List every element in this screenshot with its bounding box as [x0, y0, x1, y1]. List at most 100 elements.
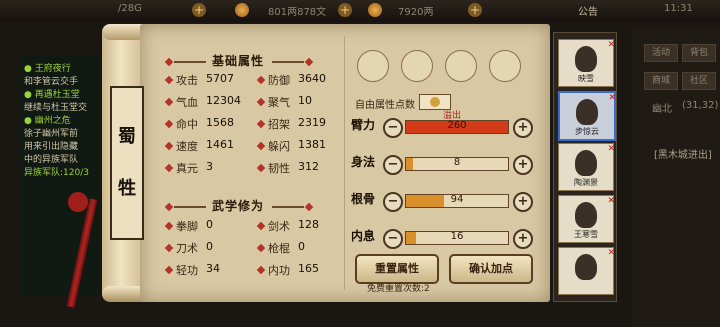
roster-portrait[interactable]: ✕ 步惊云: [558, 91, 616, 141]
stat-label: 韧性: [268, 162, 290, 175]
add-coin-button[interactable]: +: [192, 3, 206, 17]
stat-value: 5707: [206, 72, 234, 85]
free-points-label: 自由属性点数: [355, 100, 415, 111]
attribute-label: 臂力: [351, 118, 376, 132]
quest-line: 异族军队:120/3: [24, 168, 89, 178]
battle-mark-icon: ✕: [607, 248, 615, 258]
attribute-label: 根骨: [351, 192, 376, 206]
stat-bullet: [164, 119, 174, 129]
stat-label: 剑术: [268, 220, 290, 233]
section-ornament: [304, 57, 314, 67]
gold-coin-icon: [430, 97, 440, 107]
increase-attribute-button[interactable]: +: [513, 192, 533, 212]
decrease-attribute-button[interactable]: −: [383, 155, 403, 175]
bag-button[interactable]: 背包: [682, 44, 716, 62]
stat-label: 聚气: [268, 96, 290, 109]
activity-button[interactable]: 活动: [644, 44, 678, 62]
quest-tracker[interactable]: ● 王府夜行 和李管云交手 ● 再遇杜玉堂 继续与杜玉堂交 ● 幽州之危 徐子幽州军前 用来…: [20, 56, 100, 296]
stat-bullet: [256, 97, 266, 107]
attribute-bar: 8: [405, 157, 509, 171]
scroll-icon[interactable]: [401, 50, 433, 82]
stat-value: 0: [206, 218, 213, 231]
decrease-attribute-button[interactable]: −: [383, 118, 403, 138]
roster-portrait[interactable]: ✕ 映雪: [558, 39, 615, 87]
coin-counter: /28G: [118, 3, 142, 14]
clock: 11:31: [664, 3, 693, 14]
quest-line: 中的异族军队: [24, 155, 79, 165]
character-roster: ✕ 映雪 ✕ 步惊云 ✕ 陶渊景 ✕ 王寒雪 ✕: [553, 32, 617, 302]
copper-icon: [235, 3, 249, 17]
roster-portrait[interactable]: ✕ 陶渊景: [558, 143, 615, 191]
character-avatar: [575, 150, 597, 176]
decrease-attribute-button[interactable]: −: [383, 229, 403, 249]
stat-value: 12304: [206, 94, 241, 107]
yinyang-icon[interactable]: [445, 50, 477, 82]
stat-label: 气血: [176, 96, 198, 109]
attribute-value: 260: [447, 120, 467, 131]
character-avatar: [575, 46, 597, 72]
shop-button[interactable]: 商城: [644, 72, 678, 90]
battle-mark-icon: ✕: [607, 144, 615, 154]
stat-label: 内功: [268, 264, 290, 277]
character-avatar: [575, 202, 597, 228]
stat-value: 312: [298, 160, 319, 173]
roster-portrait[interactable]: ✕: [558, 247, 615, 295]
chat-line: [黑木城进出]: [654, 150, 712, 161]
attribute-bar: 16: [405, 231, 509, 245]
quest-line: 继续与杜玉堂交: [24, 103, 88, 113]
increase-attribute-button[interactable]: +: [513, 229, 533, 249]
increase-attribute-button[interactable]: +: [513, 155, 533, 175]
hat-icon[interactable]: [357, 50, 389, 82]
stat-value: 1381: [298, 138, 326, 151]
stat-label: 攻击: [176, 74, 198, 87]
notice-button[interactable]: 公告: [578, 3, 598, 18]
silver-icon: [368, 3, 382, 17]
roster-name: 步惊云: [575, 127, 599, 136]
stat-value: 3: [206, 160, 213, 173]
overflow-label: 溢出: [443, 111, 462, 121]
increase-attribute-button[interactable]: +: [513, 118, 533, 138]
stat-value: 0: [206, 240, 213, 253]
stat-value: 1568: [206, 116, 234, 129]
stat-bullet: [164, 141, 174, 151]
quest-line: 徐子幽州军前: [24, 129, 79, 139]
stat-label: 刀术: [176, 242, 198, 255]
community-button[interactable]: 社区: [682, 72, 716, 90]
character-avatar: [575, 254, 597, 280]
roster-name: 陶渊景: [574, 178, 598, 187]
stat-bullet: [256, 265, 266, 275]
quest-line: 和李管云交手: [24, 77, 79, 87]
copper-counter: 801两878文: [268, 7, 327, 18]
quest-line: ● 幽州之危: [24, 116, 71, 126]
stat-label: 拳脚: [176, 220, 198, 233]
attribute-value: 16: [450, 231, 464, 242]
quest-line: 用来引出隐藏: [24, 142, 79, 152]
stat-label: 真元: [176, 162, 198, 175]
section-divider: [174, 206, 206, 208]
roster-name: 映雪: [578, 74, 594, 83]
section-ornament: [164, 57, 174, 67]
attribute-value: 94: [450, 194, 464, 205]
stat-bullet: [164, 243, 174, 253]
attribute-label: 身法: [351, 155, 376, 169]
reset-attributes-button[interactable]: 重置属性: [355, 254, 439, 284]
quest-line: ● 再遇杜玉堂: [24, 90, 80, 100]
stat-value: 2319: [298, 116, 326, 129]
add-copper-button[interactable]: +: [338, 3, 352, 17]
attribute-value: 8: [453, 157, 461, 168]
sect-name-char-1: 蜀: [118, 126, 136, 147]
roster-portrait[interactable]: ✕ 王寒雪: [558, 195, 615, 243]
stat-label: 招架: [268, 118, 290, 131]
stat-bullet: [256, 75, 266, 85]
confirm-points-button[interactable]: 确认加点: [449, 254, 533, 284]
decrease-attribute-button[interactable]: −: [383, 192, 403, 212]
meridian-figure-icon[interactable]: [489, 50, 521, 82]
stat-bullet: [164, 163, 174, 173]
section-ornament: [304, 202, 314, 212]
stat-value: 3640: [298, 72, 326, 85]
stat-value: 128: [298, 218, 319, 231]
quest-line: ● 王府夜行: [24, 64, 71, 74]
add-silver-button[interactable]: +: [468, 3, 482, 17]
section-divider: [272, 206, 304, 208]
stat-bullet: [256, 221, 266, 231]
